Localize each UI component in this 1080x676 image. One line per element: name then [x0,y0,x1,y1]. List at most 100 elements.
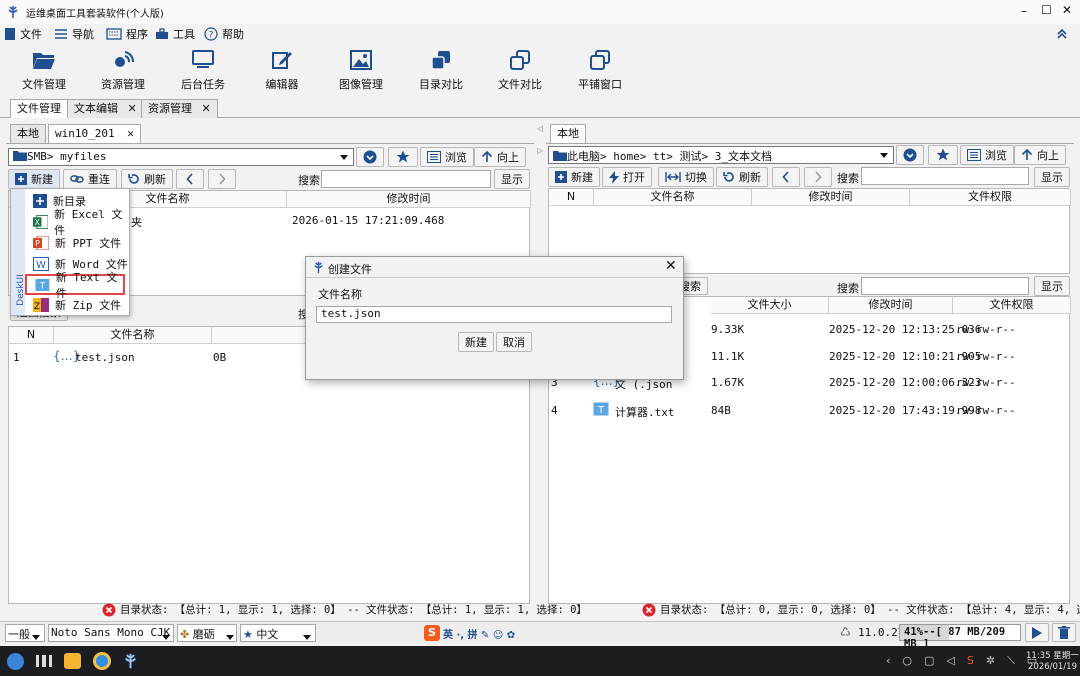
new-menu-item-excel[interactable]: X 新 Excel 文件 [25,208,129,237]
left-browse-button[interactable]: 浏览 [420,147,474,167]
ribbon-editor[interactable]: 编辑器 [247,50,317,92]
left-path-combo[interactable]: SMB> myfiles [8,148,354,166]
left-search-input[interactable] [321,170,491,188]
menu-tools[interactable]: 工具 [155,26,195,42]
clipboard-icon[interactable]: ▢ [924,654,934,668]
search-icon[interactable]: ○ [902,654,912,668]
close-window-button[interactable]: ✕ [1062,3,1072,17]
menu-program[interactable]: 程序 [106,26,148,42]
left-path-dropdown-button[interactable] [336,148,352,166]
network-icon[interactable]: ⟍ [1007,654,1015,668]
menu-file[interactable]: 文件 [4,26,42,42]
right-open-button[interactable]: 打开 [602,167,652,187]
right-file-header-size[interactable]: 文件大小 [711,297,829,314]
dialog-title-bar[interactable]: 创建文件 ✕ [306,257,683,278]
left-back-button[interactable] [176,169,204,189]
collapse-left-icon[interactable]: ◁ [537,124,543,133]
right-dir-header-perm[interactable]: 文件权限 [910,189,1071,206]
left-show-button[interactable]: 显示 [494,169,530,189]
chevron-left-icon[interactable]: ‹ [886,654,890,668]
maximize-button[interactable]: ☐ [1041,3,1052,17]
right-path-combo[interactable]: 此电脑> home> tt> 测试> 3_文本文档 [548,146,894,164]
font-combo[interactable]: Noto Sans Mono CJK SC [48,624,174,642]
table-row[interactable]: 4 T 计算器.txt 84B 2025-12-20 17:43:19.998 … [549,397,1069,423]
main-tab-resource-manager[interactable]: 资源管理 ✕ [141,99,218,118]
right-show-button[interactable]: 显示 [1034,167,1070,187]
main-tab-file-manager-label: 文件管理 [17,102,61,115]
sogou-tray-icon[interactable]: S [967,654,974,668]
left-file-header-n[interactable]: N [9,327,54,344]
right-back-button[interactable] [772,167,800,187]
mode-combo-arrow[interactable] [32,630,40,643]
right-file-header-mtime[interactable]: 修改时间 [829,297,953,314]
dialog-cancel-button[interactable]: 取消 [496,332,532,352]
new-menu-item-zip[interactable]: Z 新 Zip 文件 [25,294,129,315]
multitask-icon[interactable] [36,655,52,667]
right-dir-header-name[interactable]: 文件名称 [594,189,752,206]
right-search-input[interactable] [861,167,1029,185]
left-up-button[interactable]: 向上 [474,147,526,167]
right-download-button[interactable] [896,145,924,165]
close-icon[interactable]: ✕ [127,127,134,140]
right-dir-header-n[interactable]: N [549,189,594,206]
close-icon[interactable]: ✕ [128,102,137,115]
right-file-header-perm[interactable]: 文件权限 [953,297,1071,314]
right-file-search-input[interactable] [861,277,1029,295]
right-dir-header-mtime[interactable]: 修改时间 [752,189,910,206]
dialog-create-button[interactable]: 新建 [458,332,494,352]
main-tab-text-editor[interactable]: 文本编辑 ✕ [67,99,144,118]
right-forward-button[interactable] [804,167,832,187]
app-logo-icon[interactable] [122,652,139,670]
file-manager-icon[interactable] [64,653,81,669]
collapse-right-icon[interactable]: ▷ [537,146,543,155]
start-menu-icon[interactable] [7,653,24,670]
browser-icon[interactable] [93,652,111,670]
trash-button[interactable] [1052,623,1076,642]
left-reconnect-button[interactable]: 重连 [63,169,117,189]
language-combo-arrow[interactable] [303,630,311,643]
right-bookmark-button[interactable] [928,145,958,165]
close-icon[interactable]: ✕ [202,102,211,115]
ribbon-image-manager[interactable]: 图像管理 [326,50,396,92]
right-refresh-button[interactable]: 刷新 [716,167,768,187]
tray-icons[interactable]: ‹ ○ ▢ ◁ S ✲ ⟍ ▭ [886,654,1037,668]
left-tab-local[interactable]: 本地 [10,124,46,143]
left-file-header-name[interactable]: 文件名称 [54,327,212,344]
ribbon-dir-compare[interactable]: 目录对比 [406,50,476,92]
triangle-down-icon [303,635,311,640]
ime-toolbar[interactable]: S 英 ·, 拼 ✎ ☺ ✿ [424,625,515,641]
right-file-show-button[interactable]: 显示 [1034,276,1070,296]
ribbon-resource-manager[interactable]: 资源管理 [88,50,158,92]
collapse-ribbon-icon[interactable] [1056,28,1068,40]
minimize-button[interactable]: – [1021,4,1027,18]
ribbon-file-compare[interactable]: 文件对比 [485,50,555,92]
left-tab-remote[interactable]: win10_201 ✕ [48,124,141,143]
new-menu-item-ppt[interactable]: P 新 PPT 文件 [25,232,129,253]
dialog-close-icon[interactable]: ✕ [665,258,677,274]
right-new-button[interactable]: 新建 [548,167,600,187]
ribbon-tile-windows[interactable]: 平铺窗口 [565,50,635,92]
right-tab-local[interactable]: 本地 [550,124,586,143]
ribbon-background-tasks[interactable]: 后台任务 [168,50,238,92]
left-bookmark-button[interactable] [388,147,418,167]
left-refresh-button[interactable]: 刷新 [121,169,173,189]
right-up-button[interactable]: 向上 [1014,145,1066,165]
new-menu-item-text[interactable]: T 新 Text 文件 [25,271,125,300]
dialog-filename-input[interactable]: test.json [316,306,672,323]
theme-combo-arrow[interactable] [226,630,234,643]
volume-icon[interactable]: ◁ [946,654,954,668]
left-new-button[interactable]: 新建 [8,169,60,189]
right-path-dropdown-button[interactable] [876,146,892,164]
left-dir-header-mtime[interactable]: 修改时间 [287,191,531,208]
font-combo-arrow[interactable] [162,630,170,643]
right-switch-button[interactable]: 切换 [658,167,714,187]
left-forward-button[interactable] [208,169,236,189]
play-button[interactable] [1025,623,1049,642]
menu-nav[interactable]: 导航 [54,26,94,42]
right-browse-button[interactable]: 浏览 [960,145,1014,165]
left-download-button[interactable] [356,147,384,167]
main-tab-file-manager[interactable]: 文件管理 [10,99,68,118]
ribbon-file-manager[interactable]: 文件管理 [9,50,79,92]
settings-icon[interactable]: ✲ [986,654,995,668]
menu-help[interactable]: ? 帮助 [204,26,244,42]
